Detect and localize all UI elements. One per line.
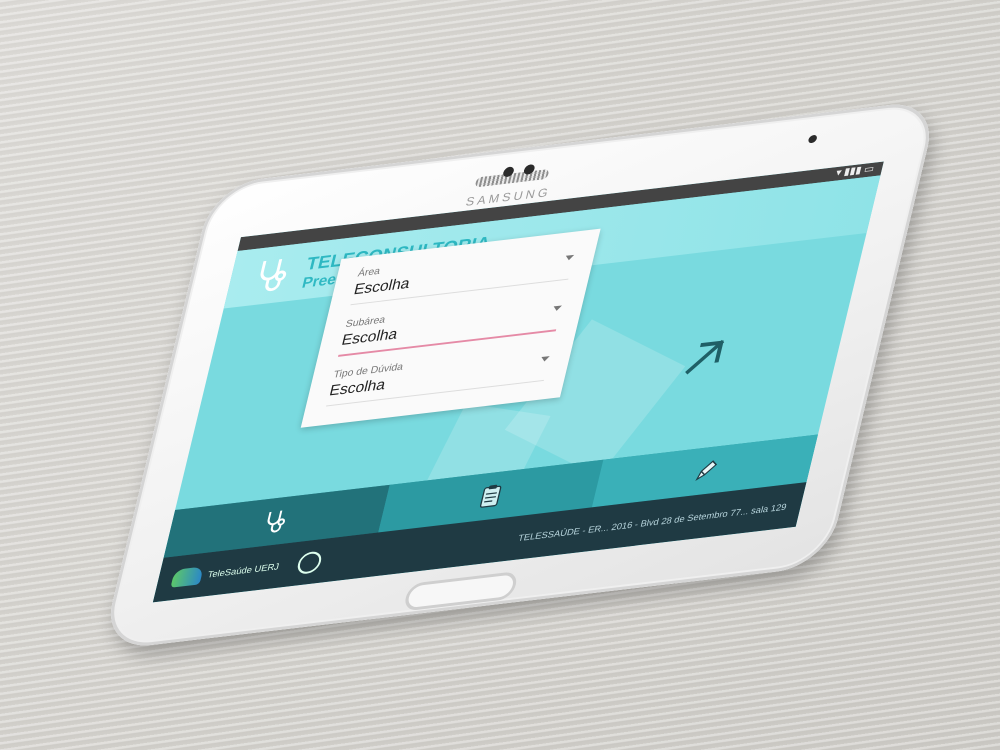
institution-seal bbox=[295, 550, 324, 575]
arrow-right-icon[interactable] bbox=[680, 334, 731, 379]
app-screen: ▾ ▮▮▮ ▭ TELECONSULTORIA Preencha os camp… bbox=[152, 161, 884, 603]
stethoscope-icon bbox=[260, 259, 287, 292]
logo-label: TeleSaúde UERJ bbox=[206, 560, 281, 580]
home-button[interactable] bbox=[402, 570, 520, 612]
telesaude-logo: TeleSaúde UERJ bbox=[170, 557, 282, 588]
seal-icon bbox=[295, 550, 324, 575]
stethoscope-icon bbox=[267, 510, 286, 533]
telesaude-logo-mark bbox=[170, 565, 204, 588]
smartphone: SAMSUNG ▾ ▮▮▮ ▭ TELECONSULTORIA Preencha… bbox=[100, 99, 940, 651]
clipboard-icon bbox=[479, 484, 502, 508]
pencil-icon bbox=[694, 460, 717, 482]
proximity-sensor bbox=[807, 134, 818, 144]
